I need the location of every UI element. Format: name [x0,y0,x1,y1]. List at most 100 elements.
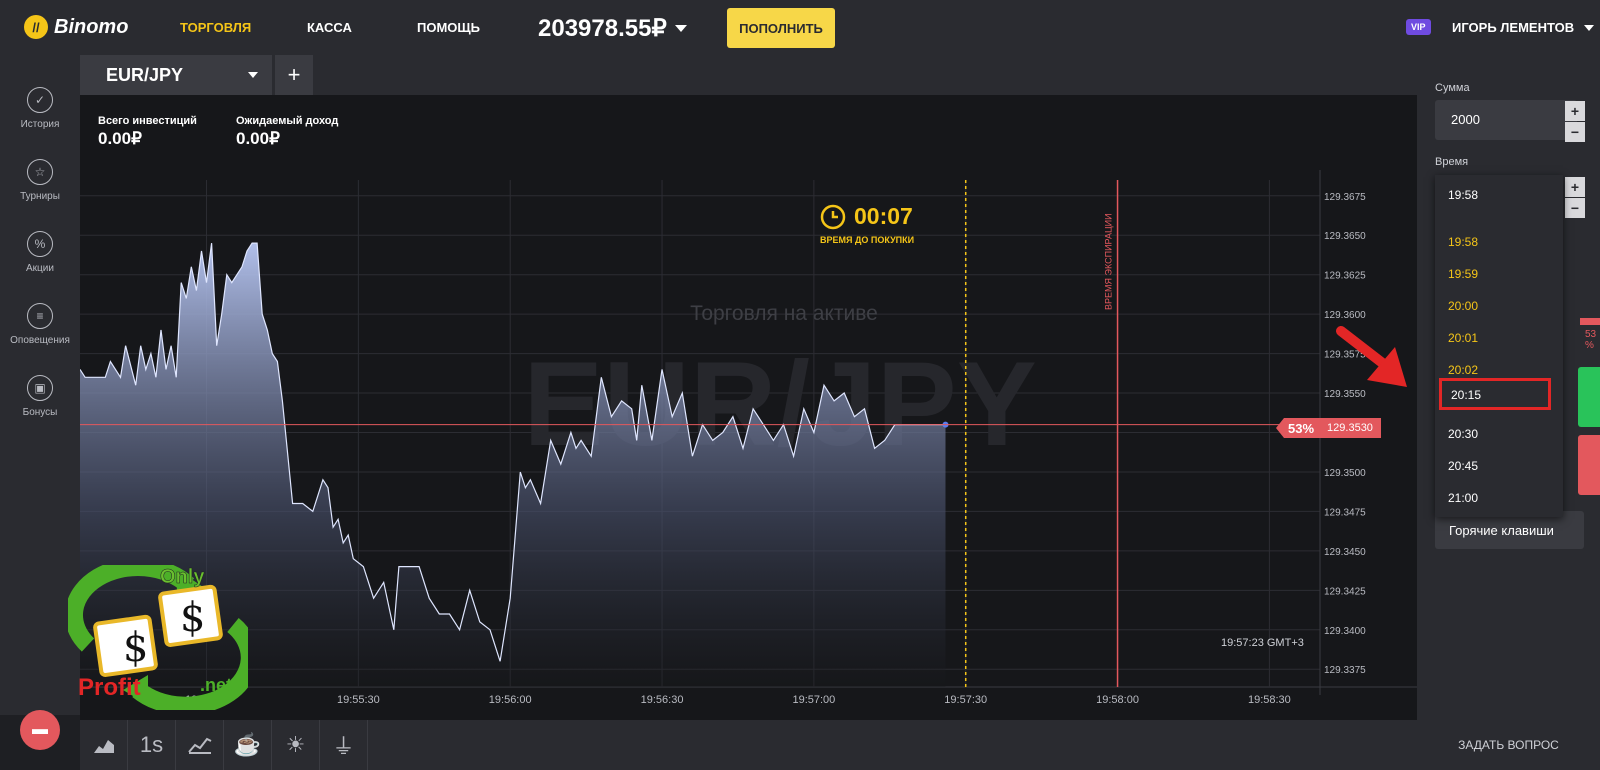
sidebar-item-label: Акции [26,263,54,274]
time-option[interactable]: 19:59 [1435,257,1563,289]
time-option[interactable]: 20:30 [1435,417,1563,449]
clock-icon [820,204,846,229]
asset-tab-eurjpy[interactable]: EUR/JPY [80,55,272,95]
binomo-logo-icon: // [24,15,48,39]
deposit-button[interactable]: ПОПОЛНИТЬ [727,8,835,48]
sidebar-item-label: История [20,119,60,130]
user-name: ИГОРЬ ЛЕМЕНТОВ [1452,20,1575,35]
call-button[interactable] [1578,367,1600,427]
amount-plus-button[interactable]: + [1565,101,1585,121]
amount-label: Сумма [1435,82,1470,94]
notification-icon: ≡ [27,303,53,329]
nav-cashier[interactable]: КАССА [307,20,352,35]
indicators-icon [187,737,211,754]
time-option[interactable]: 19:58 [1435,225,1563,257]
sidebar-item-notifications[interactable]: ≡ Оповещения [0,303,80,346]
balance-value: 203978.55₽ [538,15,667,42]
y-tick-label: 129.3600 [1324,310,1366,321]
chart-area[interactable]: Всего инвестиций 0.00₽ Ожидаемый доход 0… [80,95,1417,720]
sidebar-item-bonuses[interactable]: ▣ Бонусы [0,375,80,418]
current-price-label: 129.3530 [1319,418,1381,438]
y-tick-label: 129.3425 [1324,586,1366,597]
onlyprofit-watermark: $ $ Only Profit .net [68,565,248,710]
time-dropdown[interactable]: 19:58 19:58 19:59 20:00 20:01 20:02 20:1… [1435,175,1563,517]
timer-label: ВРЕМЯ ДО ПОКУПКИ [820,235,915,245]
dollar-sign: $ [180,595,205,641]
plug-icon: ⏚ [332,734,355,759]
payout-percent: 53% [1288,420,1315,436]
payout-bar [1580,318,1600,325]
trophy-icon: ☆ [27,159,53,185]
chat-button[interactable]: ▬ [20,710,60,750]
asset-tab-label: EUR/JPY [106,64,184,85]
add-asset-button[interactable]: + [275,55,313,95]
timeframe-button[interactable]: 1s [128,720,176,770]
watermark-profit: Profit [78,674,141,701]
trade-panel: Сумма 2000 + − Время + − 53 % Горячие кл… [1417,55,1600,720]
watermark-net: .net [200,675,232,695]
time-option[interactable]: 20:45 [1435,449,1563,481]
server-time: 19:57:23 GMT+3 [1221,637,1304,649]
time-dropdown-selected[interactable]: 19:58 [1435,175,1563,215]
sidebar-item-tournaments[interactable]: ☆ Турниры [0,159,80,202]
time-option[interactable]: 20:01 [1435,321,1563,353]
put-button[interactable] [1578,435,1600,495]
watermark-subtitle: Торговля на активе [690,302,878,325]
connection-button[interactable]: ⏚ [320,720,368,770]
time-option[interactable]: 21:00 [1435,481,1563,513]
indicators-button[interactable] [176,720,224,770]
y-tick-label: 129.3625 [1324,271,1366,282]
nav-trading[interactable]: ТОРГОВЛЯ [180,20,251,35]
drawing-tools-button[interactable]: ☕ [224,720,272,770]
y-tick-label: 129.3500 [1324,468,1366,479]
y-tick-label: 129.3675 [1324,192,1366,203]
chat-icon: ▬ [32,721,48,738]
x-tick-label: 19:57:30 [944,694,987,706]
area-chart-icon [93,740,114,753]
y-tick-label: 129.3400 [1324,626,1366,637]
sidebar-item-history[interactable]: ✓ История [0,87,80,130]
logo-text: Binomo [54,15,129,38]
x-tick-label: 19:56:30 [641,694,684,706]
sidebar-item-label: Бонусы [22,407,58,418]
chevron-down-icon [674,25,687,32]
time-plus-button[interactable]: + [1565,177,1585,197]
logo[interactable]: // Binomo [24,15,128,39]
purchase-timer: 00:07 [820,203,913,230]
dollar-sign: $ [123,625,148,671]
vip-badge: VIP [1406,19,1431,35]
asset-tab-bar: EUR/JPY + [80,55,1417,95]
chart-type-button[interactable] [80,720,128,770]
x-tick-label: 19:57:00 [792,694,835,706]
drawing-tools-icon: ☕ [233,732,262,757]
sidebar-item-promotions[interactable]: % Акции [0,231,80,274]
y-tick-label: 129.3650 [1324,231,1366,242]
timer-value: 00:07 [854,203,913,229]
top-bar: // Binomo ТОРГОВЛЯ КАССА ПОМОЩЬ 203978.5… [0,0,1600,55]
nav-help[interactable]: ПОМОЩЬ [417,20,480,35]
y-tick-label: 129.3475 [1324,507,1366,518]
x-tick-label: 19:56:00 [489,694,532,706]
watermark-only: Only [160,566,205,588]
time-label: Время [1435,156,1469,168]
payout-percent-snippet: 53 % [1585,329,1597,351]
expiration-label: ВРЕМЯ ЭКСПИРАЦИИ [1104,213,1114,310]
balance-dropdown[interactable]: 203978.55₽ [538,14,687,43]
percent-icon: % [27,231,53,257]
user-menu[interactable]: ИГОРЬ ЛЕМЕНТОВ [1452,20,1595,35]
amount-input[interactable]: 2000 [1435,100,1577,140]
y-tick-label: 129.3450 [1324,547,1366,558]
y-tick-label: 129.3375 [1324,665,1366,676]
time-minus-button[interactable]: − [1565,198,1585,218]
amount-minus-button[interactable]: − [1565,122,1585,142]
check-icon: ✓ [27,87,53,113]
ask-question-button[interactable]: ЗАДАТЬ ВОПРОС [1417,720,1600,770]
theme-toggle-button[interactable]: ☀ [272,720,320,770]
annotation-arrow-icon [1336,326,1407,387]
sun-icon: ☀ [285,732,306,757]
time-option[interactable]: 20:00 [1435,289,1563,321]
timeframe-label: 1s [139,732,164,757]
price-chart[interactable]: Торговля на активе EUR/JPY ВРЕМЯ ЭКСПИРА… [80,95,1417,720]
gift-icon: ▣ [27,375,53,401]
time-option-highlighted[interactable]: 20:15 [1439,378,1551,410]
